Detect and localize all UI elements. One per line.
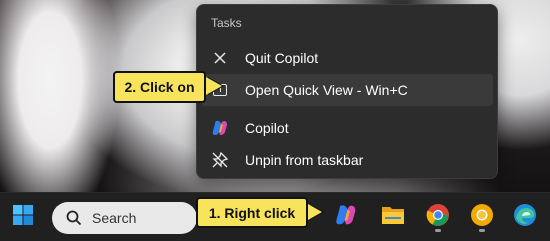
search-label: Search bbox=[92, 210, 137, 226]
running-indicator bbox=[479, 229, 485, 232]
taskbar-app-file-explorer[interactable] bbox=[376, 200, 410, 234]
copilot-icon bbox=[334, 203, 358, 232]
search-icon bbox=[66, 210, 82, 226]
unpin-icon bbox=[209, 149, 231, 171]
menu-item-label: Copilot bbox=[245, 120, 289, 136]
callout-step-2: 2. Click on bbox=[113, 71, 206, 103]
copilot-jump-list: Tasks Quit Copilot Open Quick View - Win… bbox=[196, 4, 498, 179]
menu-item-label: Open Quick View - Win+C bbox=[245, 82, 408, 98]
chrome-canary-icon bbox=[470, 203, 494, 232]
menu-item-label: Unpin from taskbar bbox=[245, 152, 364, 168]
start-icon bbox=[12, 204, 34, 231]
close-icon bbox=[209, 47, 231, 69]
callout-arrow-icon bbox=[206, 77, 222, 95]
menu-item-unpin-from-taskbar[interactable]: Unpin from taskbar bbox=[201, 144, 493, 176]
menu-header-tasks: Tasks bbox=[211, 16, 242, 30]
menu-item-copilot[interactable]: Copilot bbox=[201, 112, 493, 144]
start-button[interactable] bbox=[6, 200, 40, 234]
menu-item-quit-copilot[interactable]: Quit Copilot bbox=[201, 42, 493, 74]
taskbar-app-copilot[interactable] bbox=[329, 200, 363, 234]
copilot-icon bbox=[209, 117, 231, 139]
callout-arrow-icon bbox=[308, 204, 322, 220]
menu-item-open-quick-view[interactable]: Open Quick View - Win+C bbox=[201, 74, 493, 106]
taskbar-app-chrome-canary[interactable] bbox=[465, 200, 499, 234]
callout-text: 1. Right click bbox=[208, 204, 296, 221]
file-explorer-icon bbox=[381, 204, 405, 231]
menu-item-label: Quit Copilot bbox=[245, 50, 319, 66]
taskbar-app-edge[interactable] bbox=[508, 200, 542, 234]
callout-step-1: 1. Right click bbox=[196, 197, 308, 228]
running-indicator bbox=[435, 229, 441, 232]
edge-icon bbox=[513, 203, 537, 232]
chrome-icon bbox=[426, 203, 450, 232]
callout-text: 2. Click on bbox=[124, 79, 195, 95]
taskbar-search-box[interactable]: Search bbox=[52, 202, 197, 234]
taskbar-app-chrome[interactable] bbox=[421, 200, 455, 234]
